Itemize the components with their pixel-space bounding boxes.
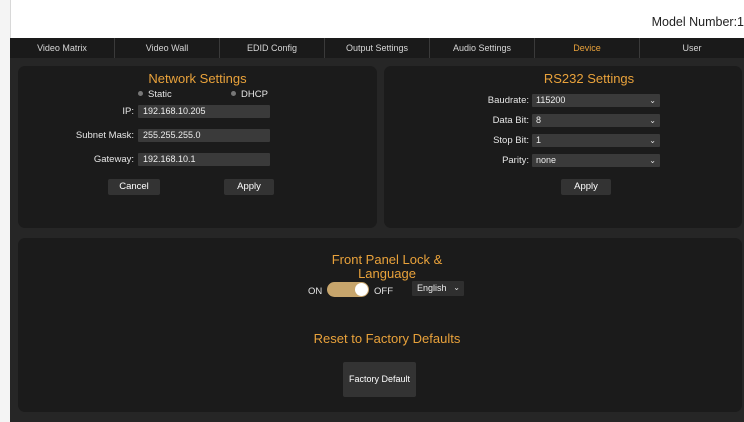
- chevron-down-icon: ⌄: [649, 136, 656, 145]
- baudrate-label: Baudrate:: [487, 95, 529, 106]
- network-settings-title: Network Settings: [148, 71, 247, 86]
- subnet-mask-label: Subnet Mask:: [75, 130, 134, 141]
- toggle-knob: [355, 283, 368, 296]
- chevron-down-icon: ⌄: [649, 156, 656, 165]
- data-bit-select[interactable]: 8 ⌄: [532, 114, 660, 127]
- top-bar: Model Number:1: [10, 0, 744, 38]
- tab-device[interactable]: Device: [535, 38, 640, 58]
- subnet-mask-field[interactable]: 255.255.255.0: [138, 129, 270, 142]
- static-radio-label: Static: [148, 89, 172, 100]
- stop-bit-select[interactable]: 1 ⌄: [532, 134, 660, 147]
- front-panel-title-line1: Front Panel Lock &: [331, 252, 443, 267]
- chevron-down-icon: ⌄: [649, 96, 656, 105]
- static-radio[interactable]: Static: [138, 89, 172, 100]
- language-select[interactable]: English ⌄: [412, 281, 464, 296]
- factory-reset-title: Reset to Factory Defaults: [313, 331, 461, 346]
- static-radio-dot: [138, 90, 143, 96]
- parity-label: Parity:: [502, 155, 529, 166]
- main-nav: Video Matrix Video Wall EDID Config Outp…: [10, 38, 744, 58]
- model-number: Model Number:1: [651, 15, 744, 29]
- language-value: English: [417, 283, 447, 293]
- ip-field[interactable]: 192.168.10.205: [138, 105, 270, 118]
- cancel-button[interactable]: Cancel: [108, 179, 160, 195]
- stop-bit-value: 1: [536, 135, 542, 145]
- chevron-down-icon: ⌄: [453, 283, 460, 292]
- rs232-settings-title: RS232 Settings: [543, 71, 635, 86]
- dhcp-radio-dot: [231, 90, 236, 96]
- front-panel-lock-toggle[interactable]: [327, 282, 369, 297]
- tab-audio-settings[interactable]: Audio Settings: [430, 38, 535, 58]
- ip-label: IP:: [122, 106, 134, 117]
- content-area: Network Settings Static DHCP IP: 192.168…: [10, 58, 744, 422]
- data-bit-value: 8: [536, 115, 542, 125]
- lock-off-label: OFF: [374, 286, 393, 297]
- rs232-apply-button[interactable]: Apply: [561, 179, 611, 195]
- stop-bit-label: Stop Bit:: [493, 135, 529, 146]
- baudrate-value: 115200: [536, 95, 566, 105]
- dhcp-radio[interactable]: DHCP: [231, 89, 268, 100]
- front-panel-section: Front Panel Lock & Language ON OFF Engli…: [18, 238, 742, 412]
- parity-select[interactable]: none ⌄: [532, 154, 660, 167]
- network-settings-panel: Network Settings Static DHCP IP: 192.168…: [18, 66, 377, 228]
- tab-video-matrix[interactable]: Video Matrix: [10, 38, 115, 58]
- lock-on-label: ON: [308, 286, 323, 297]
- baudrate-select[interactable]: 115200 ⌄: [532, 94, 660, 107]
- tab-user[interactable]: User: [640, 38, 744, 58]
- parity-value: none: [536, 155, 557, 165]
- chevron-down-icon: ⌄: [649, 116, 656, 125]
- front-panel-title-line2: Language: [358, 266, 416, 281]
- tab-output-settings[interactable]: Output Settings: [325, 38, 430, 58]
- dhcp-radio-label: DHCP: [241, 89, 268, 100]
- data-bit-label: Data Bit:: [492, 115, 529, 126]
- rs232-settings-panel: RS232 Settings Baudrate: 115200 ⌄ Data B…: [384, 66, 742, 228]
- tab-video-wall[interactable]: Video Wall: [115, 38, 220, 58]
- gateway-label: Gateway:: [93, 154, 134, 165]
- gateway-field[interactable]: 192.168.10.1: [138, 153, 270, 166]
- tab-edid-config[interactable]: EDID Config: [220, 38, 325, 58]
- factory-default-button[interactable]: Factory Default: [343, 362, 416, 397]
- network-apply-button[interactable]: Apply: [224, 179, 274, 195]
